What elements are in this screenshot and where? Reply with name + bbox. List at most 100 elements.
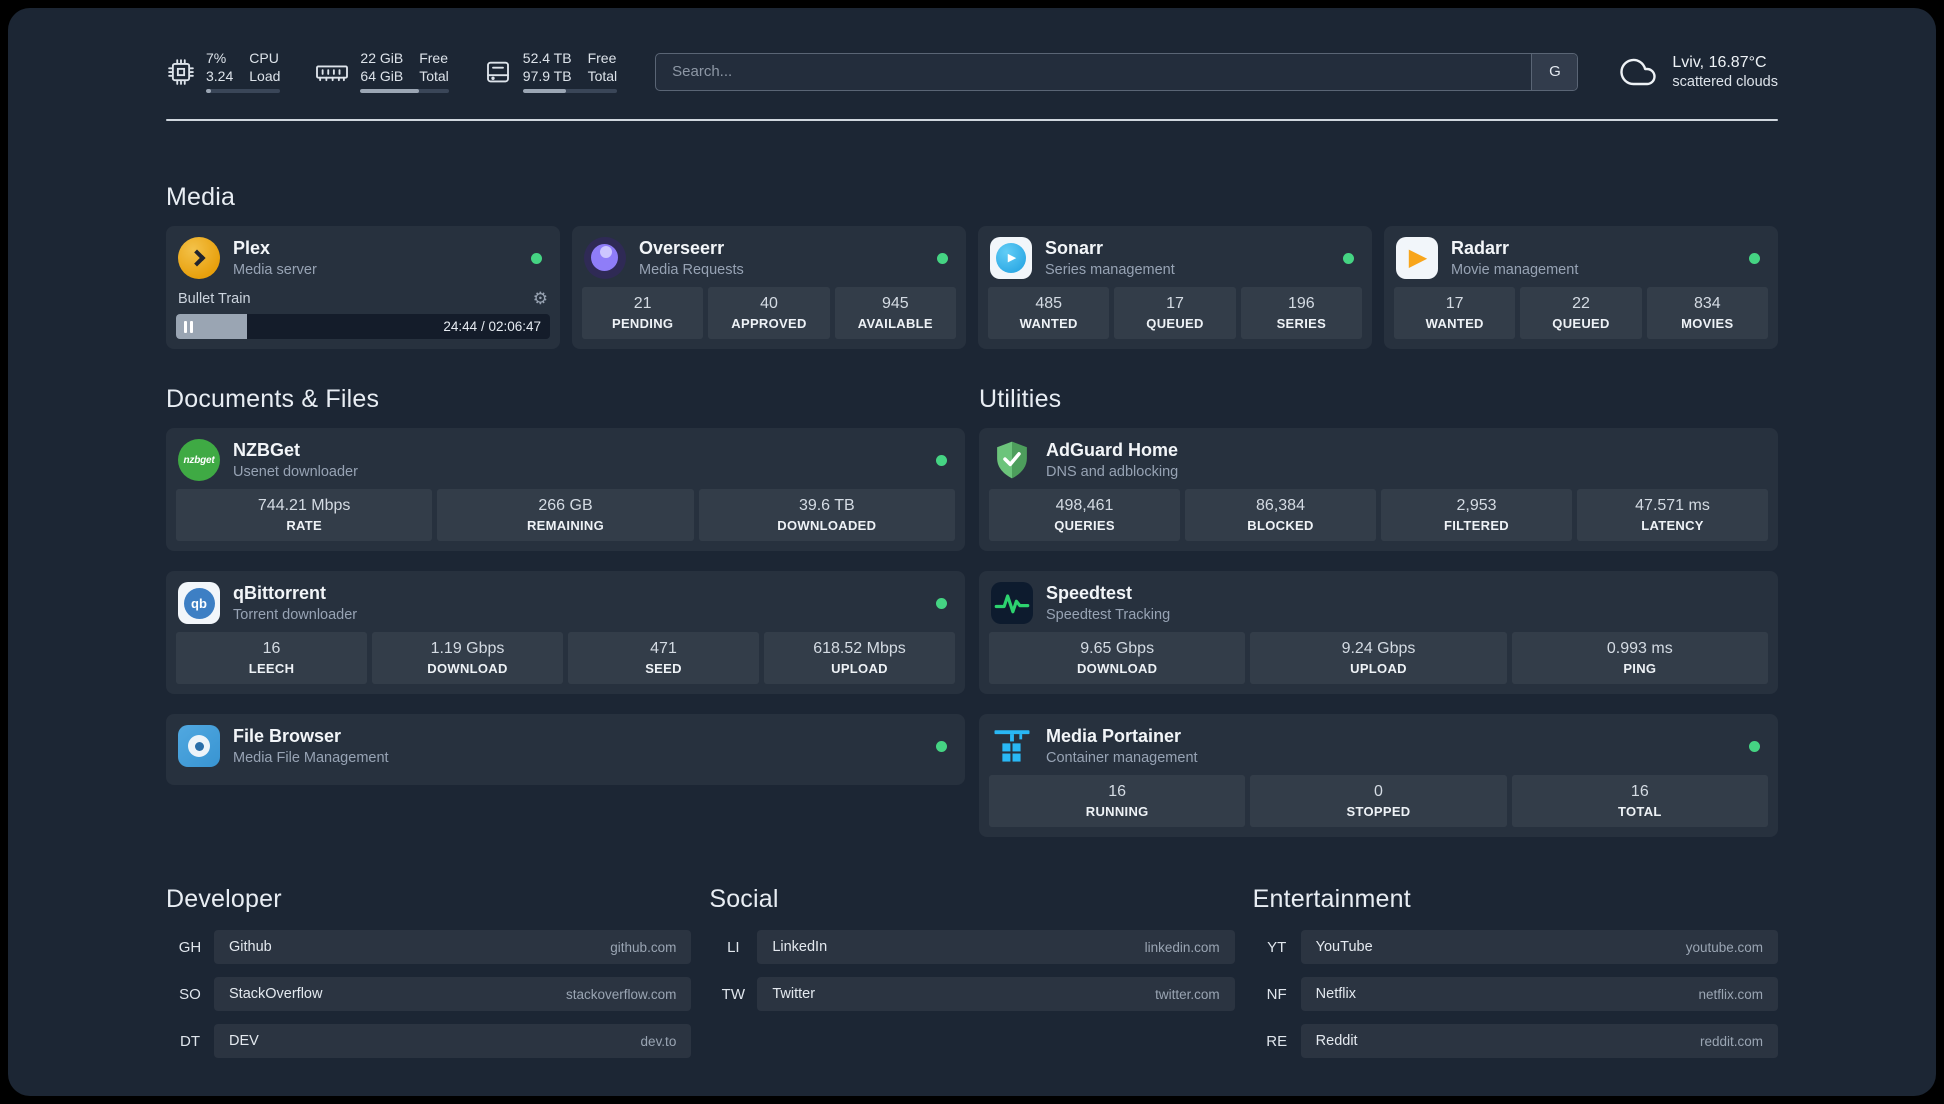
service-card-titles: Sonarr Series management	[1045, 238, 1175, 278]
search-input[interactable]	[656, 53, 1532, 90]
service-subtitle: Series management	[1045, 261, 1175, 278]
stat-value: 1.19 Gbps	[430, 640, 505, 657]
service-stats-row: 21 PENDING 40 APPROVED 945 AVAILABLE	[582, 287, 956, 339]
service-card-header: Speedtest Speedtest Tracking	[989, 579, 1768, 632]
service-card-filebrowser[interactable]: File Browser Media File Management	[166, 714, 965, 785]
filebrowser-logo	[188, 735, 210, 757]
bookmark-list-developer: GH Github github.com SO StackOverflow stackov…	[166, 930, 692, 1058]
service-card-header: Media Portainer Container management	[989, 722, 1768, 775]
stat-value: 16	[1630, 783, 1649, 800]
stat-block: 16 LEECH	[176, 632, 367, 684]
cpu-label: CPU	[249, 50, 279, 66]
play-glyph: ▶	[1007, 251, 1017, 264]
bookmark-list-social: LI LinkedIn linkedin.com TW Twitter twitter.c…	[709, 930, 1235, 1011]
section-title-documents-files: Documents & Files	[166, 385, 380, 413]
service-card-adguard[interactable]: AdGuard Home DNS and adblocking 498,461 QUE…	[979, 428, 1778, 551]
bookmark-row-netflix[interactable]: NF Netflix netflix.com	[1253, 977, 1778, 1011]
utilities-cards-stack: AdGuard Home DNS and adblocking 498,461 QUE…	[979, 428, 1778, 837]
stat-value: 9.24 Gbps	[1341, 640, 1416, 657]
stat-value: 744.21 Mbps	[257, 497, 351, 514]
stat-label: RATE	[286, 518, 322, 533]
stat-block: 40 APPROVED	[708, 287, 830, 339]
disk-total-value: 97.9 TB	[522, 67, 572, 84]
bookmark-bar: Reddit reddit.com	[1300, 1024, 1778, 1058]
stat-label: WANTED	[1019, 316, 1078, 331]
service-card-titles: Plex Media server	[233, 238, 317, 278]
service-card-portainer[interactable]: Media Portainer Container management 16 RUN…	[979, 714, 1778, 837]
stat-label: LATENCY	[1641, 518, 1704, 533]
portainer-crane-glyph	[994, 730, 1030, 762]
status-dot	[937, 252, 948, 264]
stat-label: UPLOAD	[1350, 661, 1407, 676]
bookmark-row-twitter[interactable]: TW Twitter twitter.com	[709, 977, 1235, 1011]
dashboard-content: 7% 3.24 CPU Load 22 GiB 64 GiB Free Tota…	[8, 8, 1936, 1096]
stat-value: 945	[881, 295, 909, 312]
bookmark-name: StackOverflow	[229, 986, 323, 1002]
stat-block: 16 RUNNING	[989, 775, 1246, 827]
bookmark-title-developer: Developer	[166, 885, 282, 913]
stat-label: STOPPED	[1346, 804, 1411, 819]
stat-block: 196 SERIES	[1240, 287, 1362, 339]
bookmark-bar: Twitter twitter.com	[757, 977, 1235, 1011]
bookmark-abbr: SO	[179, 985, 201, 1003]
service-card-titles: Radarr Movie management	[1451, 238, 1578, 278]
service-card-titles: qBittorrent Torrent downloader	[233, 583, 357, 623]
memory-free-label: Free	[419, 50, 449, 66]
bookmark-url: youtube.com	[1685, 939, 1763, 955]
service-card-titles: AdGuard Home DNS and adblocking	[1046, 440, 1178, 480]
bookmark-abbr: RE	[1266, 1032, 1288, 1050]
stat-label: APPROVED	[731, 316, 807, 331]
stat-value: 834	[1693, 295, 1721, 312]
topbar-divider	[166, 119, 1778, 121]
bookmark-row-github[interactable]: GH Github github.com	[166, 930, 692, 964]
stat-block: 17 QUEUED	[1114, 287, 1236, 339]
status-dot	[1749, 740, 1760, 752]
bookmark-title-social: Social	[709, 885, 779, 913]
bookmark-url: twitter.com	[1155, 986, 1220, 1002]
bookmark-name: Reddit	[1315, 1033, 1358, 1049]
memory-total-label: Total	[419, 67, 449, 84]
stat-block: 22 QUEUED	[1520, 287, 1642, 339]
bookmark-row-dev[interactable]: DT DEV dev.to	[166, 1024, 692, 1058]
stat-value: 266 GB	[538, 497, 593, 514]
bookmark-name: Twitter	[772, 986, 816, 1002]
stat-value: 618.52 Mbps	[813, 640, 906, 657]
bookmark-row-stackoverflow[interactable]: SO StackOverflow stackoverflow.com	[166, 977, 692, 1011]
disk-total-label: Total	[587, 67, 618, 84]
resource-widgets: 7% 3.24 CPU Load 22 GiB 64 GiB Free Tota…	[166, 50, 618, 93]
service-card-qbittorrent[interactable]: qb qBittorrent Torrent downloader 16 LEECH 1.…	[166, 571, 965, 694]
cpu-load-value: 3.24	[206, 67, 234, 84]
service-card-sonarr[interactable]: ▶ Sonarr Series management 485 WANTED 17 QUEUE…	[978, 226, 1372, 349]
service-card-nzbget[interactable]: nzbget NZBGet Usenet downloader 744.21 Mbps…	[166, 428, 965, 551]
bookmark-row-youtube[interactable]: YT YouTube youtube.com	[1253, 930, 1778, 964]
service-card-overseerr[interactable]: Overseerr Media Requests 21 PENDING 40 APPROV…	[572, 226, 966, 349]
service-subtitle: Torrent downloader	[233, 606, 358, 623]
bookmark-row-reddit[interactable]: RE Reddit reddit.com	[1253, 1024, 1778, 1058]
service-title: Overseerr	[639, 238, 725, 259]
bookmark-group-entertainment: Entertainment YT YouTube youtube.com NF Netf…	[1253, 885, 1778, 1058]
pause-button[interactable]	[184, 320, 193, 333]
settings-gear-icon[interactable]: ⚙	[533, 290, 548, 307]
stat-value: 16	[262, 640, 281, 657]
service-card-plex[interactable]: Plex Media server Bullet Train ⚙ 24:44 / 02:…	[166, 226, 560, 349]
bookmark-bar: DEV dev.to	[214, 1024, 692, 1058]
stat-block: 17 WANTED	[1394, 287, 1516, 339]
service-card-radarr[interactable]: ▶ Radarr Movie management 17 WANTED 22 QUEUED 8…	[1384, 226, 1778, 349]
stat-block: 834 MOVIES	[1646, 287, 1768, 339]
service-card-speedtest[interactable]: Speedtest Speedtest Tracking 9.65 Gbps DOWN…	[979, 571, 1778, 694]
dashboard-frame: 7% 3.24 CPU Load 22 GiB 64 GiB Free Tota…	[8, 8, 1936, 1096]
search-provider-button[interactable]: G	[1531, 53, 1578, 90]
bookmark-row-linkedin[interactable]: LI LinkedIn linkedin.com	[709, 930, 1235, 964]
stat-value: 196	[1287, 295, 1315, 312]
service-card-header: ▶ Radarr Movie management	[1394, 234, 1768, 287]
disk-free-value: 52.4 TB	[522, 50, 572, 66]
media-player-widget: Bullet Train ⚙ 24:44 / 02:06:47	[176, 288, 550, 339]
service-title: Speedtest	[1046, 583, 1133, 604]
stat-block: 485 WANTED	[988, 287, 1110, 339]
stat-value: 40	[760, 295, 778, 312]
stat-value: 2,953	[1456, 497, 1497, 514]
stat-value: 17	[1166, 295, 1184, 312]
bookmark-bar: LinkedIn linkedin.com	[757, 930, 1235, 964]
middle-columns: Documents & Files nzbget NZBGet Usenet dow…	[166, 385, 1778, 837]
service-card-header: Overseerr Media Requests	[582, 234, 956, 287]
